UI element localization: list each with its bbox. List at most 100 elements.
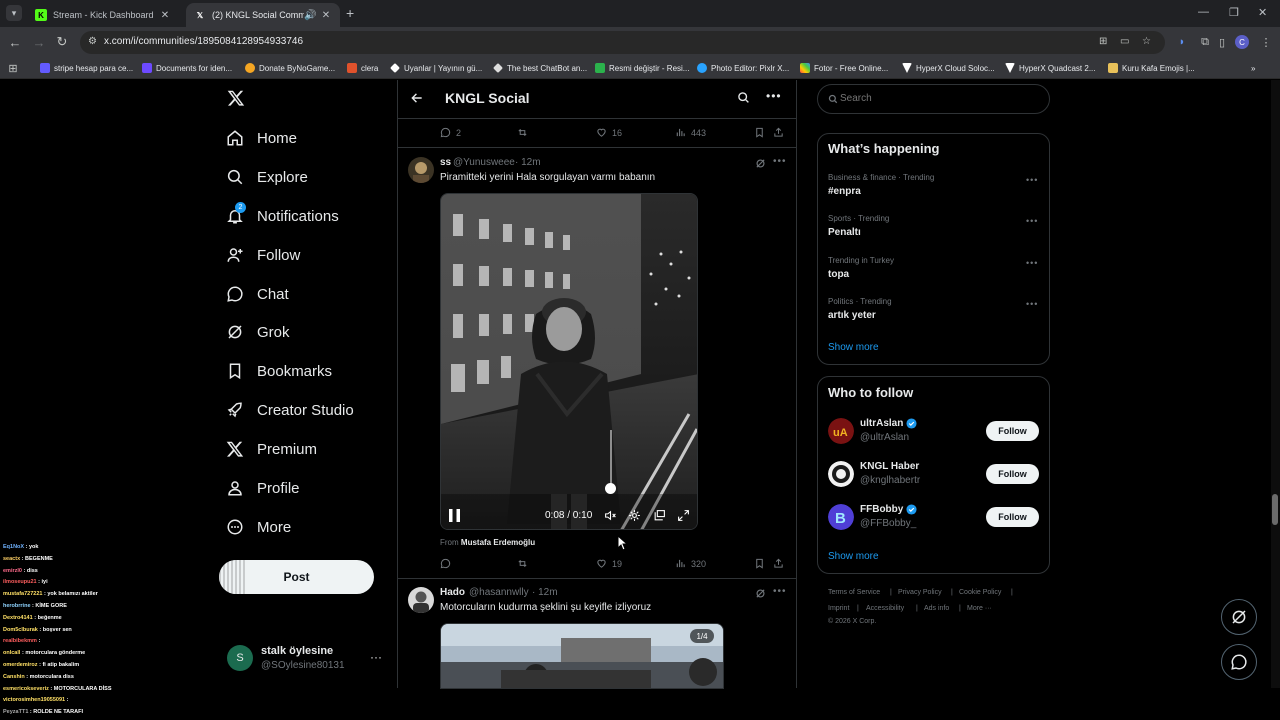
who-to-follow-show-more-link[interactable]: Show more (828, 551, 879, 562)
bookmark-item[interactable]: Photo Editor: Pixlr X... (697, 61, 789, 75)
trend-more-icon[interactable]: ••• (1026, 258, 1038, 268)
extension-icon[interactable]: ◗ (1175, 35, 1189, 49)
nav-grok[interactable]: Grok (226, 319, 290, 345)
reply-button[interactable]: 2 (440, 127, 461, 138)
site-info-icon[interactable]: ⚙ (88, 36, 100, 48)
bookmark-item[interactable]: HyperX Cloud Soloc... (902, 61, 995, 75)
x-logo-icon[interactable] (227, 89, 245, 107)
bookmark-item[interactable]: Resmi değiştir - Resi... (595, 61, 689, 75)
grok-fab-button[interactable] (1221, 599, 1257, 635)
footer-link[interactable]: Cookie Policy (959, 589, 1001, 596)
translate-icon[interactable]: ⊞ (1099, 36, 1112, 49)
volume-slider-knob[interactable] (605, 483, 616, 494)
search-box[interactable] (817, 84, 1050, 114)
cast-icon[interactable]: ▭ (1120, 36, 1133, 49)
post-author-name[interactable]: ss (440, 157, 451, 168)
nav-more[interactable]: More (226, 514, 291, 540)
footer-link[interactable]: Ads info (924, 605, 949, 612)
tab-kick-dashboard[interactable]: K Stream - Kick Dashboard ✕ (27, 3, 179, 27)
video-source-name[interactable]: Mustafa Erdemoğlu (461, 538, 535, 547)
forward-icon[interactable]: → (31, 34, 47, 50)
nav-follow[interactable]: Follow (226, 242, 300, 268)
post-image[interactable] (440, 623, 724, 689)
tab-kngl-community[interactable]: 𝕏 (2) KNGL Social Community 🔊 ✕ (186, 3, 340, 27)
views-button[interactable]: 320 (675, 558, 706, 569)
trend-meta[interactable]: Politics · Trending (828, 297, 892, 306)
address-bar[interactable]: ⚙ x.com/i/communities/189508412895493374… (80, 31, 1165, 54)
trend-name[interactable]: topa (828, 269, 849, 280)
profile-avatar[interactable]: C (1235, 35, 1249, 49)
bookmark-item[interactable]: Documents for iden... (142, 61, 232, 75)
like-button[interactable]: 16 (596, 127, 622, 138)
maximize-icon[interactable]: ❐ (1229, 6, 1239, 19)
audio-icon[interactable]: 🔊 (304, 10, 316, 21)
fullscreen-icon[interactable] (677, 509, 690, 522)
follow-button[interactable]: Follow (986, 421, 1039, 441)
follow-button[interactable]: Follow (986, 464, 1039, 484)
footer-link[interactable]: Privacy Policy (898, 589, 942, 596)
menu-icon[interactable]: ⋮ (1259, 35, 1273, 49)
post-author-handle[interactable]: @Yunusweee (453, 157, 515, 168)
minimize-icon[interactable]: — (1198, 6, 1209, 18)
trend-more-icon[interactable]: ••• (1026, 216, 1038, 226)
mute-icon[interactable] (604, 509, 617, 522)
nav-creator-studio[interactable]: Creator Studio (226, 397, 354, 423)
repost-button[interactable] (517, 127, 533, 138)
nav-home[interactable]: Home (226, 125, 297, 151)
post-avatar[interactable] (408, 587, 434, 613)
post-more-icon[interactable]: ••• (773, 586, 787, 597)
account-name[interactable]: stalk öylesine (261, 645, 333, 657)
new-tab-button[interactable]: + (346, 5, 354, 21)
page-scrollbar[interactable] (1271, 80, 1280, 688)
follow-suggestion-name[interactable]: ultrAslan (860, 418, 917, 429)
trend-name[interactable]: #enpra (828, 186, 861, 197)
trend-meta[interactable]: Sports · Trending (828, 214, 889, 223)
bookmark-item[interactable]: The best ChatBot an... (493, 61, 587, 75)
bookmark-button[interactable] (754, 558, 770, 569)
nav-chat[interactable]: Chat (226, 281, 289, 307)
nav-bookmarks[interactable]: Bookmarks (226, 358, 332, 384)
account-handle[interactable]: @SOylesine80131 (261, 660, 345, 671)
nav-notifications[interactable]: 2 Notifications (226, 202, 339, 229)
more-icon[interactable]: ••• (766, 89, 782, 103)
follow-button[interactable]: Follow (986, 507, 1039, 527)
follow-suggestion-name[interactable]: FFBobby (860, 504, 917, 515)
pip-icon[interactable] (653, 509, 666, 522)
volume-slider-track[interactable] (610, 430, 612, 488)
bookmark-item[interactable]: clera (347, 61, 378, 75)
footer-link[interactable]: Terms of Service (828, 589, 880, 596)
chat-fab-button[interactable] (1221, 644, 1257, 680)
back-arrow-icon[interactable] (410, 91, 424, 105)
sidebar-icon[interactable]: ▯ (1215, 35, 1229, 49)
settings-gear-icon[interactable] (628, 509, 641, 522)
close-window-icon[interactable]: ✕ (1258, 6, 1267, 19)
bookmark-item[interactable]: Donate ByNoGame... (245, 61, 335, 75)
follow-suggestion-avatar[interactable]: uA (828, 418, 854, 444)
post-avatar[interactable] (408, 157, 434, 183)
share-button[interactable] (773, 127, 789, 138)
post-more-icon[interactable]: ••• (773, 156, 787, 167)
trends-show-more-link[interactable]: Show more (828, 342, 879, 353)
search-icon[interactable] (737, 91, 750, 104)
nav-premium[interactable]: Premium (226, 436, 317, 462)
back-icon[interactable]: ← (7, 34, 23, 50)
follow-suggestion-handle[interactable]: @knglhabertr (860, 475, 920, 486)
close-tab-icon[interactable]: ✕ (320, 10, 332, 21)
reload-icon[interactable]: ↻ (54, 34, 70, 50)
post-author-name[interactable]: Hado (440, 587, 465, 598)
tab-search-button[interactable]: ▾ (6, 5, 22, 21)
grok-icon[interactable] (755, 158, 766, 169)
post-author-handle[interactable]: @hasannwlly (469, 587, 529, 598)
like-button[interactable]: 19 (596, 558, 622, 569)
nav-explore[interactable]: Explore (226, 164, 308, 190)
trend-name[interactable]: Penaltı (828, 227, 861, 238)
search-input[interactable] (840, 93, 1030, 104)
share-button[interactable] (773, 558, 789, 569)
account-avatar[interactable]: S (227, 645, 253, 671)
views-button[interactable]: 443 (675, 127, 706, 138)
bookmark-item[interactable]: HyperX Quadcast 2... (1005, 61, 1095, 75)
bookmark-item[interactable]: Uyanlar | Yayının gü... (390, 61, 482, 75)
trend-more-icon[interactable]: ••• (1026, 175, 1038, 185)
nav-profile[interactable]: Profile (226, 475, 300, 501)
bookmark-item[interactable]: Kuru Kafa Emojis |... (1108, 61, 1195, 75)
